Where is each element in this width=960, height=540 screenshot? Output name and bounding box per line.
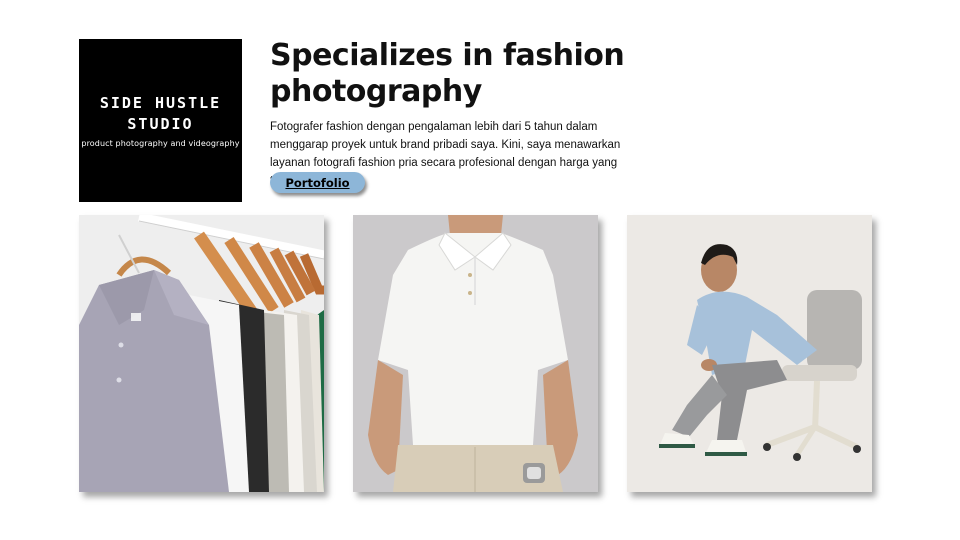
gallery-photo-white-polo[interactable] — [353, 215, 598, 492]
brand-tagline: product photography and videography — [81, 139, 240, 148]
portfolio-button[interactable]: Portofolio — [270, 172, 365, 193]
page-title: Specializes in fashion photography — [270, 38, 625, 109]
brand-logo: SIDE HUSTLE STUDIO product photography a… — [79, 39, 242, 202]
brand-name-line2: STUDIO — [127, 115, 194, 133]
brand-name-line1: SIDE HUSTLE — [99, 94, 222, 112]
gallery-photo-seated-model[interactable] — [627, 215, 872, 492]
white-polo-shirt-image — [353, 215, 598, 492]
gallery-photo-shirts-on-hangers[interactable] — [79, 215, 324, 492]
shirts-on-hangers-image — [79, 215, 324, 492]
seated-model-image — [627, 215, 872, 492]
